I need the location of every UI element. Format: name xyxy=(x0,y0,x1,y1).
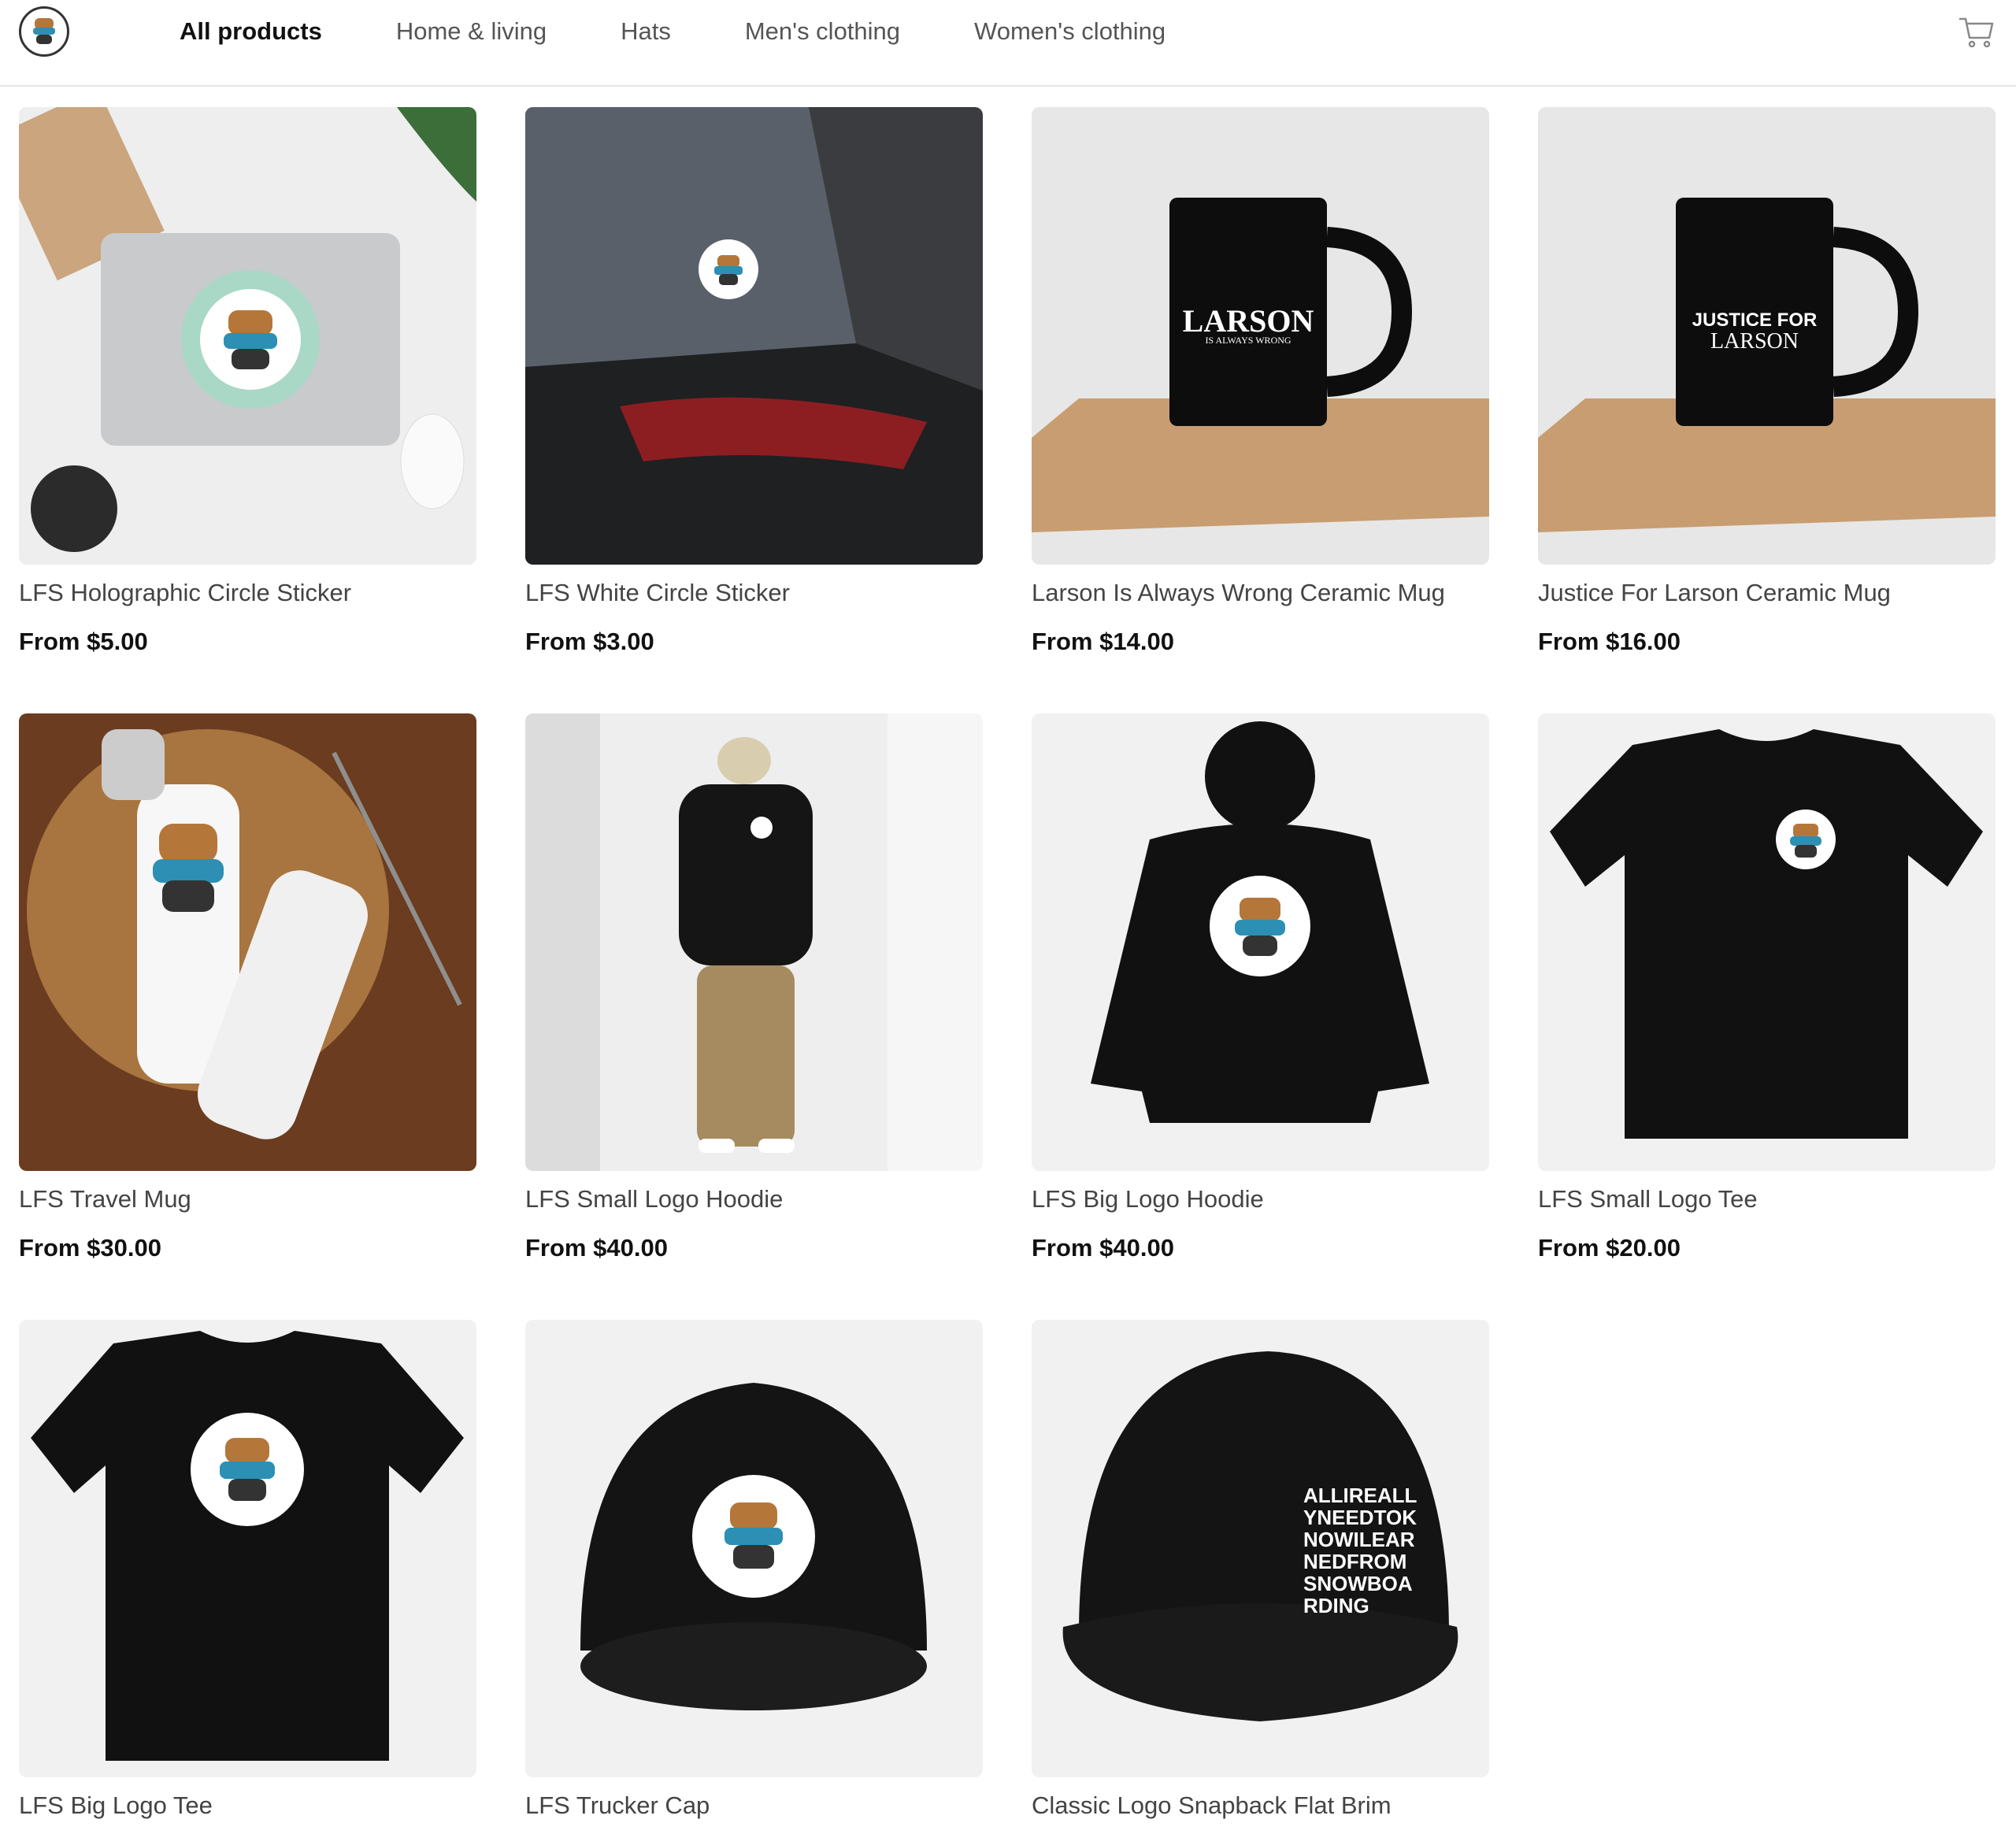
product-name[interactable]: LFS White Circle Sticker xyxy=(525,577,983,609)
nav-womens-clothing[interactable]: Women's clothing xyxy=(974,17,1166,46)
product-name[interactable]: LFS Trucker Cap xyxy=(525,1790,983,1821)
product-price: From $14.00 xyxy=(1032,628,1174,655)
top-navigation-bar: All products Home & living Hats Men's cl… xyxy=(0,0,2016,87)
product-card[interactable]: JUSTICE FOR LARSON Justice For Larson Ce… xyxy=(1538,107,1996,658)
cap-text-line-6: RDING xyxy=(1303,1594,1369,1617)
cap-text-line-5: SNOWBOA xyxy=(1303,1572,1413,1595)
product-price: From $3.00 xyxy=(525,628,654,655)
mug-print-line-1: JUSTICE FOR xyxy=(1692,309,1818,331)
product-card[interactable]: LFS White Circle Sticker From $3.00 xyxy=(525,107,983,658)
cap-text-line-1: ALLIREALL xyxy=(1303,1484,1418,1507)
product-card[interactable]: LFS Big Logo Tee xyxy=(19,1320,476,1821)
product-price: From $16.00 xyxy=(1538,628,1681,655)
product-name[interactable]: Larson Is Always Wrong Ceramic Mug xyxy=(1032,577,1489,609)
product-price: From $40.00 xyxy=(1032,1234,1174,1262)
product-name[interactable]: LFS Small Logo Hoodie xyxy=(525,1184,983,1215)
mug-print-line-1: LARSON xyxy=(1183,303,1314,339)
product-image-mug-justice[interactable]: JUSTICE FOR LARSON xyxy=(1538,107,1996,565)
cap-text-line-3: NOWILEAR xyxy=(1303,1528,1415,1551)
cap-text-line-2: YNEEDTOK xyxy=(1303,1506,1417,1529)
product-card[interactable]: LFS Small Logo Hoodie From $40.00 xyxy=(525,713,983,1264)
product-price: From $20.00 xyxy=(1538,1234,1681,1262)
category-nav: All products Home & living Hats Men's cl… xyxy=(180,0,1240,63)
product-image-small-logo-tee[interactable] xyxy=(1538,713,1996,1171)
product-name[interactable]: LFS Travel Mug xyxy=(19,1184,476,1215)
product-name[interactable]: LFS Big Logo Tee xyxy=(19,1790,476,1821)
product-image-big-logo-tee[interactable] xyxy=(19,1320,476,1777)
product-price: From $5.00 xyxy=(19,628,148,655)
cap-text-line-4: NEDFROM xyxy=(1303,1550,1406,1573)
product-name[interactable]: LFS Big Logo Hoodie xyxy=(1032,1184,1489,1215)
product-image-sticker-car[interactable] xyxy=(525,107,983,565)
store-logo-icon[interactable] xyxy=(19,6,69,57)
product-image-trucker-cap[interactable] xyxy=(525,1320,983,1777)
product-card[interactable]: LFS Small Logo Tee From $20.00 xyxy=(1538,713,1996,1264)
product-card[interactable]: LFS Big Logo Hoodie From $40.00 xyxy=(1032,713,1489,1264)
nav-mens-clothing[interactable]: Men's clothing xyxy=(745,17,900,46)
product-price: From $40.00 xyxy=(525,1234,668,1262)
product-image-travel-mug[interactable] xyxy=(19,713,476,1171)
nav-home-living[interactable]: Home & living xyxy=(396,17,547,46)
product-card[interactable]: LARSON IS ALWAYS WRONG Larson Is Always … xyxy=(1032,107,1489,658)
shopping-cart-icon[interactable] xyxy=(1958,13,1996,50)
product-image-mug-larson[interactable]: LARSON IS ALWAYS WRONG xyxy=(1032,107,1489,565)
product-card[interactable]: ALLIREALL YNEEDTOK NOWILEAR NEDFROM SNOW… xyxy=(1032,1320,1489,1821)
product-image-snapback[interactable]: ALLIREALL YNEEDTOK NOWILEAR NEDFROM SNOW… xyxy=(1032,1320,1489,1777)
nav-hats[interactable]: Hats xyxy=(621,17,671,46)
product-name[interactable]: Classic Logo Snapback Flat Brim xyxy=(1032,1790,1489,1821)
product-card[interactable]: LFS Travel Mug From $30.00 xyxy=(19,713,476,1264)
mug-print-line-2: LARSON xyxy=(1710,329,1799,354)
mug-print-line-2: IS ALWAYS WRONG xyxy=(1205,335,1291,346)
product-image-small-logo-hoodie[interactable] xyxy=(525,713,983,1171)
nav-all-products[interactable]: All products xyxy=(180,17,322,46)
product-card[interactable]: LFS Holographic Circle Sticker From $5.0… xyxy=(19,107,476,658)
product-image-big-logo-hoodie[interactable] xyxy=(1032,713,1489,1171)
product-price: From $30.00 xyxy=(19,1234,161,1262)
product-name[interactable]: LFS Small Logo Tee xyxy=(1538,1184,1996,1215)
product-image-sticker-laptop[interactable] xyxy=(19,107,476,565)
product-name[interactable]: Justice For Larson Ceramic Mug xyxy=(1538,577,1996,609)
product-card[interactable]: LFS Trucker Cap xyxy=(525,1320,983,1821)
product-name[interactable]: LFS Holographic Circle Sticker xyxy=(19,577,476,609)
